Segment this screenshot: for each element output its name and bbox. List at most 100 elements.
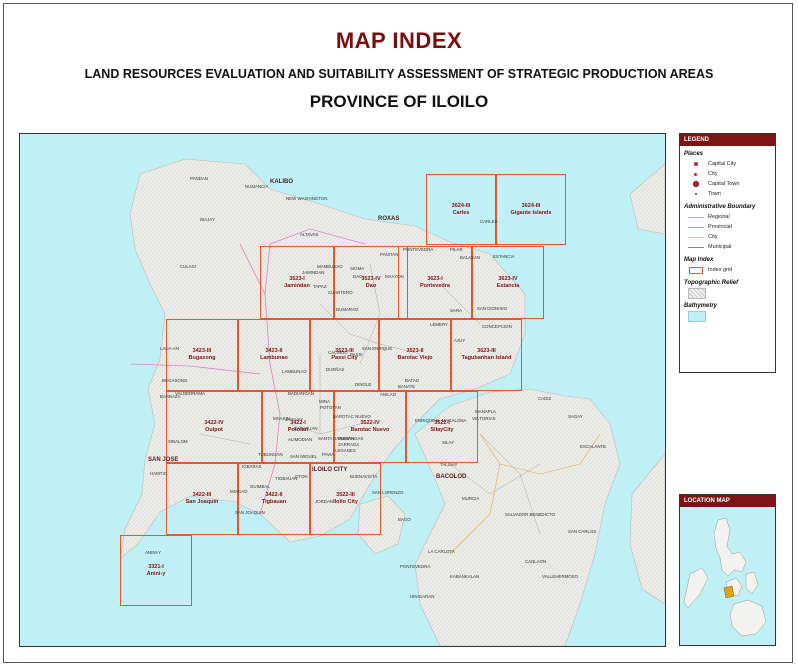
place-label: CUARTERO (328, 290, 353, 295)
place-label: SARA (450, 308, 462, 313)
place-label: LEGANES (335, 448, 356, 453)
place-label: MIAGAO (230, 489, 248, 494)
place-label: CALINOG (328, 350, 348, 355)
legend-item: Provincial (688, 222, 775, 232)
index-cell[interactable]: 3523-I Jamindan (260, 246, 334, 319)
place-label: SIGMA (350, 266, 365, 271)
place-label: SILAY (442, 440, 455, 445)
place-label: BACOLOD (436, 474, 467, 480)
place-label: POTOTAN (320, 405, 341, 410)
index-cell[interactable]: 3522-I SilayCity (406, 391, 478, 463)
place-label: VICTORIAS (472, 416, 496, 421)
place-label: CABATUAN (294, 426, 318, 431)
index-cell[interactable]: 3422-III San Joaquin (166, 463, 238, 535)
place-label: PANITAN (380, 252, 399, 257)
place-label: LA CARLOTA (428, 549, 455, 554)
place-label: PILAR (450, 247, 463, 252)
legend-panel: LEGEND Places Capital City City Capital … (679, 133, 776, 373)
province-title: PROVINCE OF ILOILO (309, 92, 489, 111)
place-label: MURCIA (462, 496, 480, 501)
place-label: OTON (295, 474, 308, 479)
place-label: SANTA BARBARA (318, 436, 355, 441)
index-cell[interactable]: 3423-II Lambunao (238, 319, 310, 391)
place-label: VALLEHERMOSO (542, 574, 579, 579)
place-label: ILOILO CITY (312, 467, 348, 473)
place-label: PONTEVEDRA (403, 247, 434, 252)
place-label: KABANKALAN (450, 574, 480, 579)
map-title: MAP INDEX (335, 28, 463, 53)
legend-item: City (688, 232, 775, 242)
place-label: CARLES (480, 219, 498, 224)
philippines-outline (683, 517, 767, 637)
index-cell[interactable]: 3624-III Carles (426, 174, 496, 245)
place-label: SIBALOM (168, 439, 188, 444)
location-map: LOCATION MAP (679, 494, 776, 646)
place-label: LAMBUNAO (282, 369, 307, 374)
place-label: SALVADOR BENEDICTO (505, 512, 556, 517)
place-label: BUENAVISTA (350, 474, 378, 479)
place-label: CULASI (180, 264, 196, 269)
place-label: ENRIQUE B. MAGALONA (415, 418, 467, 423)
place-label: SAN ENRIQUE (362, 346, 393, 351)
place-label: MAMBUSAO (317, 264, 343, 269)
place-label: CONCEPCION (482, 324, 512, 329)
place-label: KALIBO (270, 179, 293, 185)
place-label: ESTANCIA (493, 254, 515, 259)
place-label: LEMERY (430, 322, 448, 327)
place-label: MAAYON (385, 274, 404, 279)
place-label: AJUY (454, 338, 466, 343)
place-label: IBAJAY (200, 217, 215, 222)
place-label: HAMTIC (150, 471, 167, 476)
legend-item: Capital Town (688, 179, 775, 189)
index-cell[interactable]: 3623-III Tagubanhan Island (451, 319, 522, 391)
place-label: ZARRAGA (338, 442, 360, 447)
place-label: MANAPLA (475, 409, 496, 414)
place-label: TALISAY (440, 462, 458, 467)
place-label: CADIZ (538, 396, 552, 401)
place-label: BADIANGAN (288, 391, 314, 396)
place-label: TUBUNGAN (258, 452, 283, 457)
place-label: BAGO (398, 517, 411, 522)
relief-swatch (688, 287, 775, 299)
index-cell[interactable]: 3422-IV Oulpot (166, 391, 262, 463)
place-label: BUGASONG (162, 378, 188, 383)
legend-item: Index grid (688, 265, 775, 275)
place-label: SAN DIONISIO (477, 306, 508, 311)
place-label: MINA (319, 399, 330, 404)
place-label: HINIGARAN (410, 594, 435, 599)
place-label: TAPAZ (313, 284, 327, 289)
place-label: JORDAN (315, 499, 334, 504)
index-cell[interactable]: 3321-I Anini-y (120, 535, 192, 606)
place-label: DUMARAO (336, 307, 359, 312)
place-label: SAN MIGUEL (290, 454, 318, 459)
place-label: PASSI (350, 352, 363, 357)
map-subtitle: LAND RESOURCES EVALUATION AND SUITABILIT… (84, 67, 714, 81)
place-label: PONTEVEDRA (400, 564, 431, 569)
place-label: SAGAY (568, 414, 583, 419)
legend-bathy-title: Bathymetry (684, 303, 718, 309)
place-label: BATAD (405, 378, 419, 383)
place-label: SAN LORENZO (372, 490, 404, 495)
place-label: ANILAO (380, 392, 397, 397)
place-label: DINGLE (355, 382, 372, 387)
place-label: NEW WASHINGTON (286, 196, 328, 201)
place-label: CANLAON (525, 559, 547, 564)
place-label: VALDERRAMA (175, 391, 205, 396)
legend-title: LEGEND (680, 134, 775, 146)
place-label: GUIMBAL (250, 484, 270, 489)
place-label: PAVIA (322, 452, 335, 457)
legend-item: Municipal (688, 242, 775, 252)
place-label: MAASIN (273, 416, 290, 421)
place-label: ALTAVAS (300, 232, 319, 237)
index-cell[interactable]: 3523-III Passi City (310, 319, 379, 391)
legend-item: City (688, 169, 775, 179)
place-label: BALASAN (460, 255, 481, 260)
place-label: ALIMODIAN (288, 437, 313, 442)
legend-places-title: Places (684, 151, 704, 157)
main-map[interactable]: 3624-III Carles 3624-III Gigante Islands 3… (19, 133, 666, 647)
index-cell[interactable]: 3624-III Gigante Islands (496, 174, 566, 245)
place-label: JAMINDAN (302, 270, 325, 275)
legend-relief-title: Topographic Relief (684, 280, 739, 286)
place-label: DUEÑAS (326, 367, 345, 372)
place-label: BAROTAC NUEVO (333, 414, 371, 419)
